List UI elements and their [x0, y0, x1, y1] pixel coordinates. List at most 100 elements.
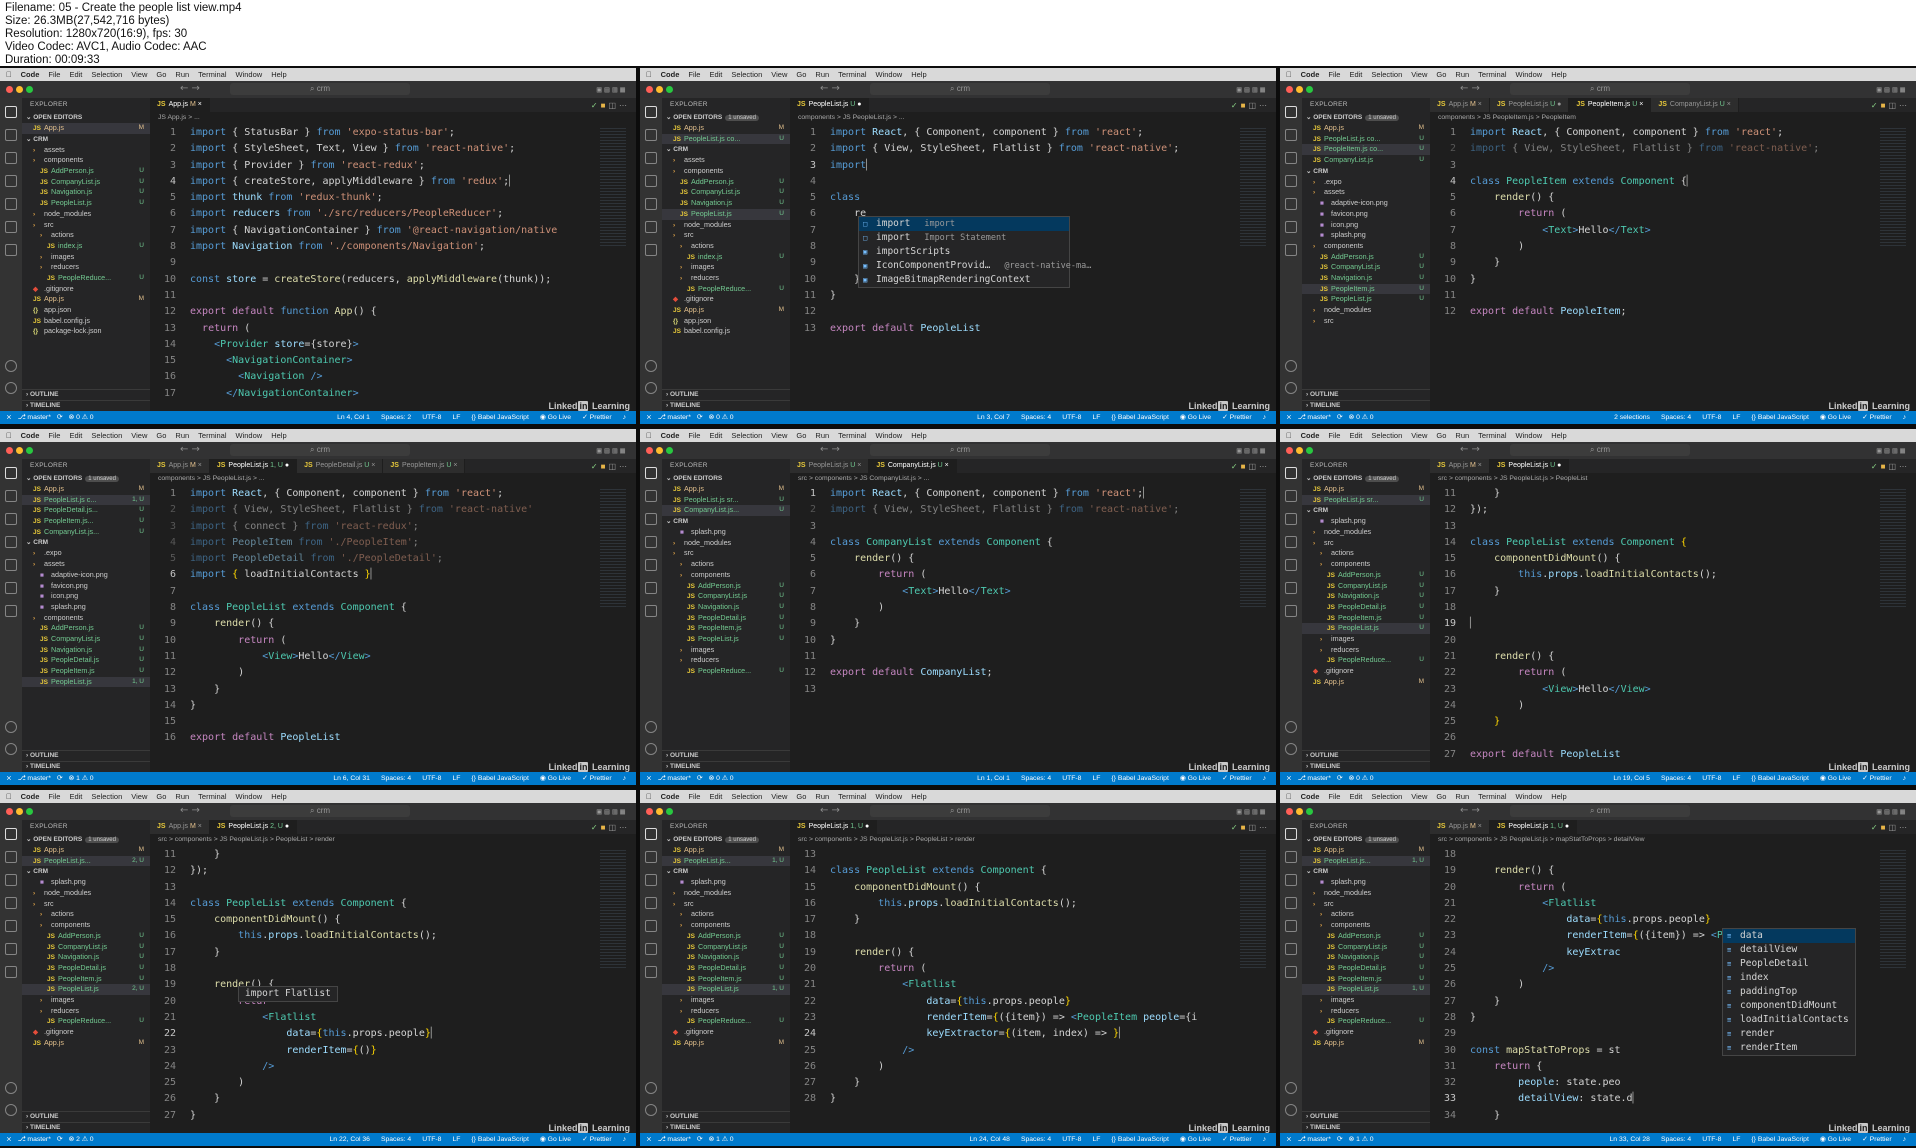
- file-tree-item[interactable]: ■ adaptive-icon.png: [22, 570, 150, 581]
- extensions-icon[interactable]: [5, 582, 17, 594]
- menu-item-window[interactable]: Window: [1516, 70, 1543, 79]
- menu-item-code[interactable]: Code: [21, 70, 40, 79]
- suggestion-item[interactable]: ≡ loadInitialContacts: [1723, 1013, 1855, 1027]
- file-tree-item[interactable]: JS CompanyList.js U: [1302, 942, 1430, 953]
- git-branch[interactable]: ⎇ master*: [1298, 775, 1331, 782]
- language-mode[interactable]: {} Babel JavaScript: [1751, 414, 1808, 421]
- cursor-position[interactable]: Ln 1, Col 1: [977, 775, 1010, 782]
- suggestion-item[interactable]: ≡ PeopleDetail: [1723, 957, 1855, 971]
- code-area[interactable]: 1 import React, { Component, component } …: [790, 486, 1276, 772]
- file-tree-item[interactable]: JS Navigation.js U: [22, 645, 150, 656]
- file-tree-item[interactable]: › src: [662, 899, 790, 910]
- split-editor-icon[interactable]: ◫⋯: [1888, 101, 1910, 110]
- file-tree-item[interactable]: JS CompanyList.js U: [662, 591, 790, 602]
- minimize-window-button[interactable]: [16, 447, 23, 454]
- file-tree-item[interactable]: JS PeopleList.js co... U: [1302, 134, 1430, 145]
- file-tree-item[interactable]: › .expo: [22, 548, 150, 559]
- go-live-button[interactable]: ◉ Go Live: [1180, 775, 1211, 782]
- source-control-icon[interactable]: [645, 513, 657, 525]
- editor-tab[interactable]: JS PeopleList.js U ●: [1489, 98, 1570, 112]
- menu-item-run[interactable]: Run: [1455, 431, 1469, 440]
- zoom-window-button[interactable]: [1306, 447, 1313, 454]
- file-tree-item[interactable]: › actions: [22, 909, 150, 920]
- file-tree-item[interactable]: JS Navigation.js U: [1302, 273, 1430, 284]
- file-tree-item[interactable]: JS Navigation.js U: [662, 198, 790, 209]
- menu-item-file[interactable]: File: [48, 792, 60, 801]
- file-tree-item[interactable]: › images: [662, 645, 790, 656]
- file-tree-item[interactable]: JS CompanyList.js U: [22, 177, 150, 188]
- notifications-icon[interactable]: ♪: [623, 414, 626, 421]
- file-tree-item[interactable]: JS AddPerson.js U: [22, 623, 150, 634]
- remote-icon[interactable]: [5, 198, 17, 210]
- file-tree-item[interactable]: JS PeopleReduce... U: [22, 1016, 150, 1027]
- cursor-position[interactable]: Ln 3, Col 7: [977, 414, 1010, 421]
- file-tree-item[interactable]: › components: [662, 570, 790, 581]
- file-tree-item[interactable]: JS AddPerson.js U: [662, 931, 790, 942]
- check-icon[interactable]: ✓: [1231, 462, 1241, 471]
- search-icon[interactable]: [1285, 490, 1297, 502]
- remote-icon[interactable]: [1285, 920, 1297, 932]
- indentation[interactable]: Spaces: 4: [381, 1136, 411, 1143]
- settings-gear-icon[interactable]: [645, 743, 657, 755]
- code-area[interactable]: 1 import React, { Component, component } …: [150, 486, 636, 772]
- file-tree-item[interactable]: JS App.js M: [1302, 677, 1430, 688]
- file-tree-item[interactable]: JS App.js M: [662, 484, 790, 495]
- suggestion-item[interactable]: ▣ IconComponentProvid… @react-native-ma…: [859, 259, 1091, 273]
- file-tree-item[interactable]: JS Navigation.js U: [22, 187, 150, 198]
- menu-item-file[interactable]: File: [688, 792, 700, 801]
- problems-count[interactable]: ⊗ 0 ⚠ 0: [1349, 775, 1374, 782]
- cursor-position[interactable]: Ln 22, Col 36: [330, 1136, 370, 1143]
- minimize-window-button[interactable]: [1296, 86, 1303, 93]
- file-tree-item[interactable]: › actions: [1302, 548, 1430, 559]
- autocomplete-popup[interactable]: □ import import □ import Import Statement ▣ imp…: [858, 216, 1091, 288]
- file-tree-item[interactable]: › reducers: [22, 262, 150, 273]
- quick-fix-hint[interactable]: import Flatlist: [238, 986, 338, 1002]
- section-crm[interactable]: ⌄ CRM: [662, 866, 790, 877]
- file-tree-item[interactable]: ■ splash.png: [1302, 516, 1430, 527]
- layout-toggle-icons[interactable]: ▣▤▥▦: [597, 807, 628, 816]
- extensions-icon[interactable]: [645, 582, 657, 594]
- run-debug-icon[interactable]: [1285, 175, 1297, 187]
- file-tree-item[interactable]: › components: [22, 613, 150, 624]
- section-crm[interactable]: ⌄ CRM: [1302, 505, 1430, 516]
- suggestion-item[interactable]: ≡ detailView: [1723, 943, 1855, 957]
- search-icon[interactable]: [5, 490, 17, 502]
- editor-tab[interactable]: JS CompanyList.js U ×: [1651, 98, 1739, 112]
- account-icon[interactable]: [1285, 721, 1297, 733]
- run-debug-icon[interactable]: [5, 897, 17, 909]
- file-tree-item[interactable]: JS CompanyList.js U: [22, 942, 150, 953]
- file-tree-item[interactable]: › assets: [22, 559, 150, 570]
- nav-arrows[interactable]: ← →: [1460, 83, 1480, 94]
- menu-item-selection[interactable]: Selection: [731, 70, 762, 79]
- file-tree-item[interactable]: JS PeopleReduce... U: [662, 284, 790, 295]
- section-crm[interactable]: ⌄ CRM: [1302, 866, 1430, 877]
- file-tree-item[interactable]: ■ favicon.png: [22, 581, 150, 592]
- prettier-status[interactable]: ✓ Prettier: [582, 1136, 612, 1143]
- split-editor-icon[interactable]: ◫⋯: [1888, 823, 1910, 832]
- section-open-editors[interactable]: ⌄ OPEN EDITORS 1 unsaved: [1302, 112, 1430, 123]
- check-icon[interactable]: ✓: [1231, 823, 1241, 832]
- file-tree-item[interactable]: ■ splash.png: [1302, 877, 1430, 888]
- menu-item-selection[interactable]: Selection: [1371, 431, 1402, 440]
- file-tree-item[interactable]: JS AddPerson.js U: [22, 166, 150, 177]
- go-live-button[interactable]: ◉ Go Live: [1820, 1136, 1851, 1143]
- cursor-position[interactable]: Ln 24, Col 48: [970, 1136, 1010, 1143]
- timeline-section[interactable]: › TIMELINE: [662, 761, 790, 772]
- suggestion-item[interactable]: ≡ paddingTop: [1723, 985, 1855, 999]
- extensions-icon[interactable]: [5, 943, 17, 955]
- file-tree-item[interactable]: JS PeopleList.js U: [22, 198, 150, 209]
- layout-toggle-icons[interactable]: ▣▤▥▦: [597, 446, 628, 455]
- close-tab-icon[interactable]: ×: [1725, 101, 1731, 108]
- source-control-icon[interactable]: [5, 513, 17, 525]
- menu-item-run[interactable]: Run: [175, 792, 189, 801]
- file-tree-item[interactable]: › components: [22, 155, 150, 166]
- file-tree-item[interactable]: JS App.js M: [662, 305, 790, 316]
- docker-icon[interactable]: [5, 605, 17, 617]
- close-window-button[interactable]: [1286, 808, 1293, 815]
- file-tree-item[interactable]: JS CompanyList.js U: [1302, 155, 1430, 166]
- file-tree-item[interactable]: ■ favicon.png: [1302, 209, 1430, 220]
- file-tree-item[interactable]: JS PeopleList.js U: [662, 634, 790, 645]
- menu-item-terminal[interactable]: Terminal: [1478, 70, 1506, 79]
- menu-item-view[interactable]: View: [1411, 431, 1427, 440]
- editor-tab[interactable]: JS PeopleItem.js U ×: [1569, 98, 1652, 112]
